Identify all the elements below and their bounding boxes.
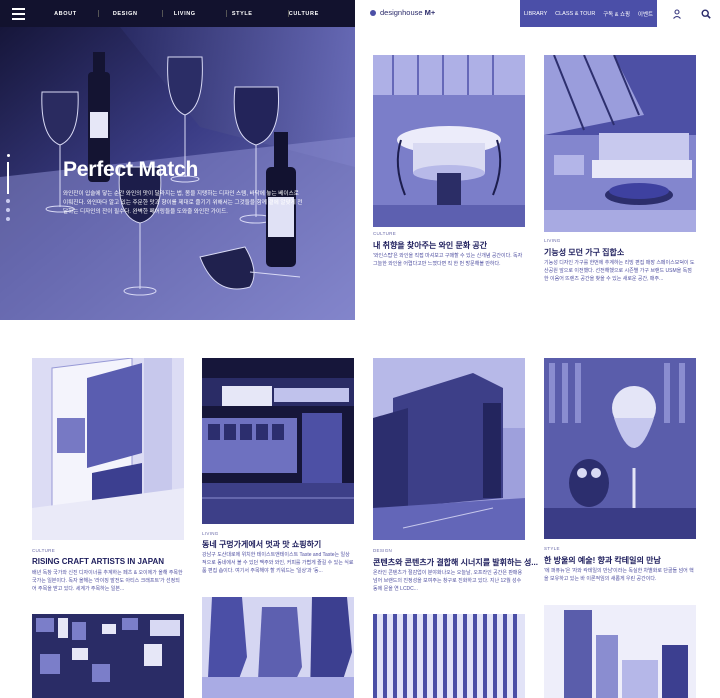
brand-name: designhouse bbox=[380, 8, 423, 17]
article-thumbnail[interactable] bbox=[373, 358, 525, 540]
page: ABOUT DESIGN LIVING STYLE CULTURE design… bbox=[0, 0, 720, 698]
brand-logo[interactable]: designhouse M+ bbox=[370, 8, 435, 17]
nav-item-about[interactable]: ABOUT bbox=[54, 11, 77, 17]
article-card[interactable]: CULTURE 내 취향을 찾아주는 와인 문화 공간 '와인스탑'은 와인을 … bbox=[373, 55, 525, 285]
article-thumbnail[interactable] bbox=[544, 605, 696, 698]
user-icon[interactable] bbox=[672, 8, 682, 19]
article-thumbnail[interactable] bbox=[202, 358, 354, 524]
tab-subscribe-shopping[interactable]: 구독 & 쇼핑 bbox=[603, 10, 630, 18]
article-card[interactable]: DESIGN 콘텐츠와 콘텐츠가 결합해 시너지를 발휘하는 성... 온라인 … bbox=[373, 358, 538, 594]
carousel-dot[interactable] bbox=[6, 208, 10, 212]
nav-divider bbox=[288, 10, 289, 17]
article-thumbnail[interactable] bbox=[373, 614, 525, 698]
article-desc: '에 퍼퓨뉴'은 '자와 칵테일의 만남'이라는 독실한 차별화로 단골들 넘어… bbox=[544, 568, 694, 582]
article-desc: 온라인 콘텐츠가 절감업이 분야화나오는 오늘날, 오프라인 공간은 판매용 넘… bbox=[373, 570, 523, 592]
header-icons bbox=[662, 0, 720, 27]
article-category: STYLE bbox=[544, 546, 560, 551]
search-icon[interactable] bbox=[700, 8, 711, 19]
tab-library[interactable]: LIBRARY bbox=[524, 11, 547, 17]
nav-divider bbox=[162, 10, 163, 17]
top-nav-bar: ABOUT DESIGN LIVING STYLE CULTURE bbox=[0, 0, 355, 27]
article-category: LIVING bbox=[544, 238, 561, 243]
carousel-dot[interactable] bbox=[6, 199, 10, 203]
article-thumbnail[interactable] bbox=[544, 55, 696, 232]
article-title[interactable]: RISING CRAFT ARTISTS IN JAPAN bbox=[32, 557, 164, 566]
article-thumbnail[interactable] bbox=[544, 358, 696, 539]
article-category: CULTURE bbox=[373, 231, 397, 236]
carousel-dot[interactable] bbox=[6, 217, 10, 221]
carousel-dot[interactable] bbox=[6, 154, 10, 157]
main-nav: ABOUT DESIGN LIVING STYLE CULTURE bbox=[36, 11, 355, 17]
article-card[interactable]: STYLE 한 방울의 예술! 향과 칵테일의 만남 '에 퍼퓨뉴'은 '자와 … bbox=[544, 358, 696, 594]
hero-title: Perfect Match bbox=[63, 158, 199, 181]
nav-item-culture[interactable]: CULTURE bbox=[289, 11, 319, 17]
article-desc: 강남구 도산대로에 위치한 테이스트앤테이스트 Taste and Taste는… bbox=[202, 552, 354, 574]
article-desc: 기능성 디자인 가구를 한번에 추계하는 리빙 편집 매장 스페이스모덕이 도산… bbox=[544, 260, 695, 282]
article-thumbnail[interactable] bbox=[32, 614, 184, 698]
nav-divider bbox=[226, 10, 227, 17]
article-category: LIVING bbox=[202, 531, 219, 536]
article-title[interactable]: 내 취향을 찾아주는 와인 문화 공간 bbox=[373, 240, 487, 251]
tab-event[interactable]: 이벤트 bbox=[638, 10, 653, 18]
article-thumbnail[interactable] bbox=[202, 597, 354, 698]
brand-dot-icon bbox=[370, 9, 376, 16]
hero-banner[interactable]: Perfect Match 와인잔이 입술에 닿는 순간 와인의 맛이 달라지는… bbox=[0, 27, 355, 320]
nav-divider bbox=[98, 10, 99, 17]
article-title[interactable]: 콘텐츠와 콘텐츠가 결합해 시너지를 발휘하는 성... bbox=[373, 557, 538, 568]
article-card[interactable]: LIVING 기능성 모던 가구 집합소 기능성 디자인 가구를 한번에 추계하… bbox=[544, 55, 696, 285]
article-title[interactable]: 동네 구멍가게에서 멋과 맛 쇼핑하기 bbox=[202, 539, 321, 550]
article-thumbnail[interactable] bbox=[32, 358, 184, 540]
article-title[interactable]: 한 방울의 예술! 향과 칵테일의 만남 bbox=[544, 555, 661, 566]
brand-suffix: M+ bbox=[424, 8, 436, 17]
hero-description: 와인잔이 입술에 닿는 순간 와인의 맛이 달라지는 법, 몸을 지탱하는 디자… bbox=[63, 191, 303, 215]
nav-item-living[interactable]: LIVING bbox=[174, 11, 196, 17]
article-category: DESIGN bbox=[373, 548, 393, 553]
header-tabs: LIBRARY CLASS & TOUR 구독 & 쇼핑 이벤트 bbox=[520, 0, 657, 27]
hamburger-icon[interactable] bbox=[0, 0, 36, 27]
nav-item-design[interactable]: DESIGN bbox=[113, 11, 138, 17]
article-desc: 배년 독창 국가와 신진 디자이너를 추계하는 페츠 & 오이에가 올해 주목한… bbox=[32, 570, 183, 592]
article-category: CULTURE bbox=[32, 548, 56, 553]
article-card[interactable]: CULTURE RISING CRAFT ARTISTS IN JAPAN 배년… bbox=[32, 358, 184, 594]
article-desc: '와인스탑'은 와인을 직접 마셔보고 구매할 수 있는 신개념 공간이다. 독… bbox=[373, 253, 523, 267]
nav-item-style[interactable]: STYLE bbox=[232, 11, 253, 17]
article-title[interactable]: 기능성 모던 가구 집합소 bbox=[544, 247, 624, 258]
article-thumbnail[interactable] bbox=[373, 55, 525, 227]
carousel-active-bar[interactable] bbox=[7, 162, 9, 194]
carousel-indicator bbox=[6, 154, 10, 221]
article-card[interactable]: LIVING 동네 구멍가게에서 멋과 맛 쇼핑하기 강남구 도산대로에 위치한… bbox=[202, 358, 354, 594]
tab-class-tour[interactable]: CLASS & TOUR bbox=[555, 11, 595, 17]
